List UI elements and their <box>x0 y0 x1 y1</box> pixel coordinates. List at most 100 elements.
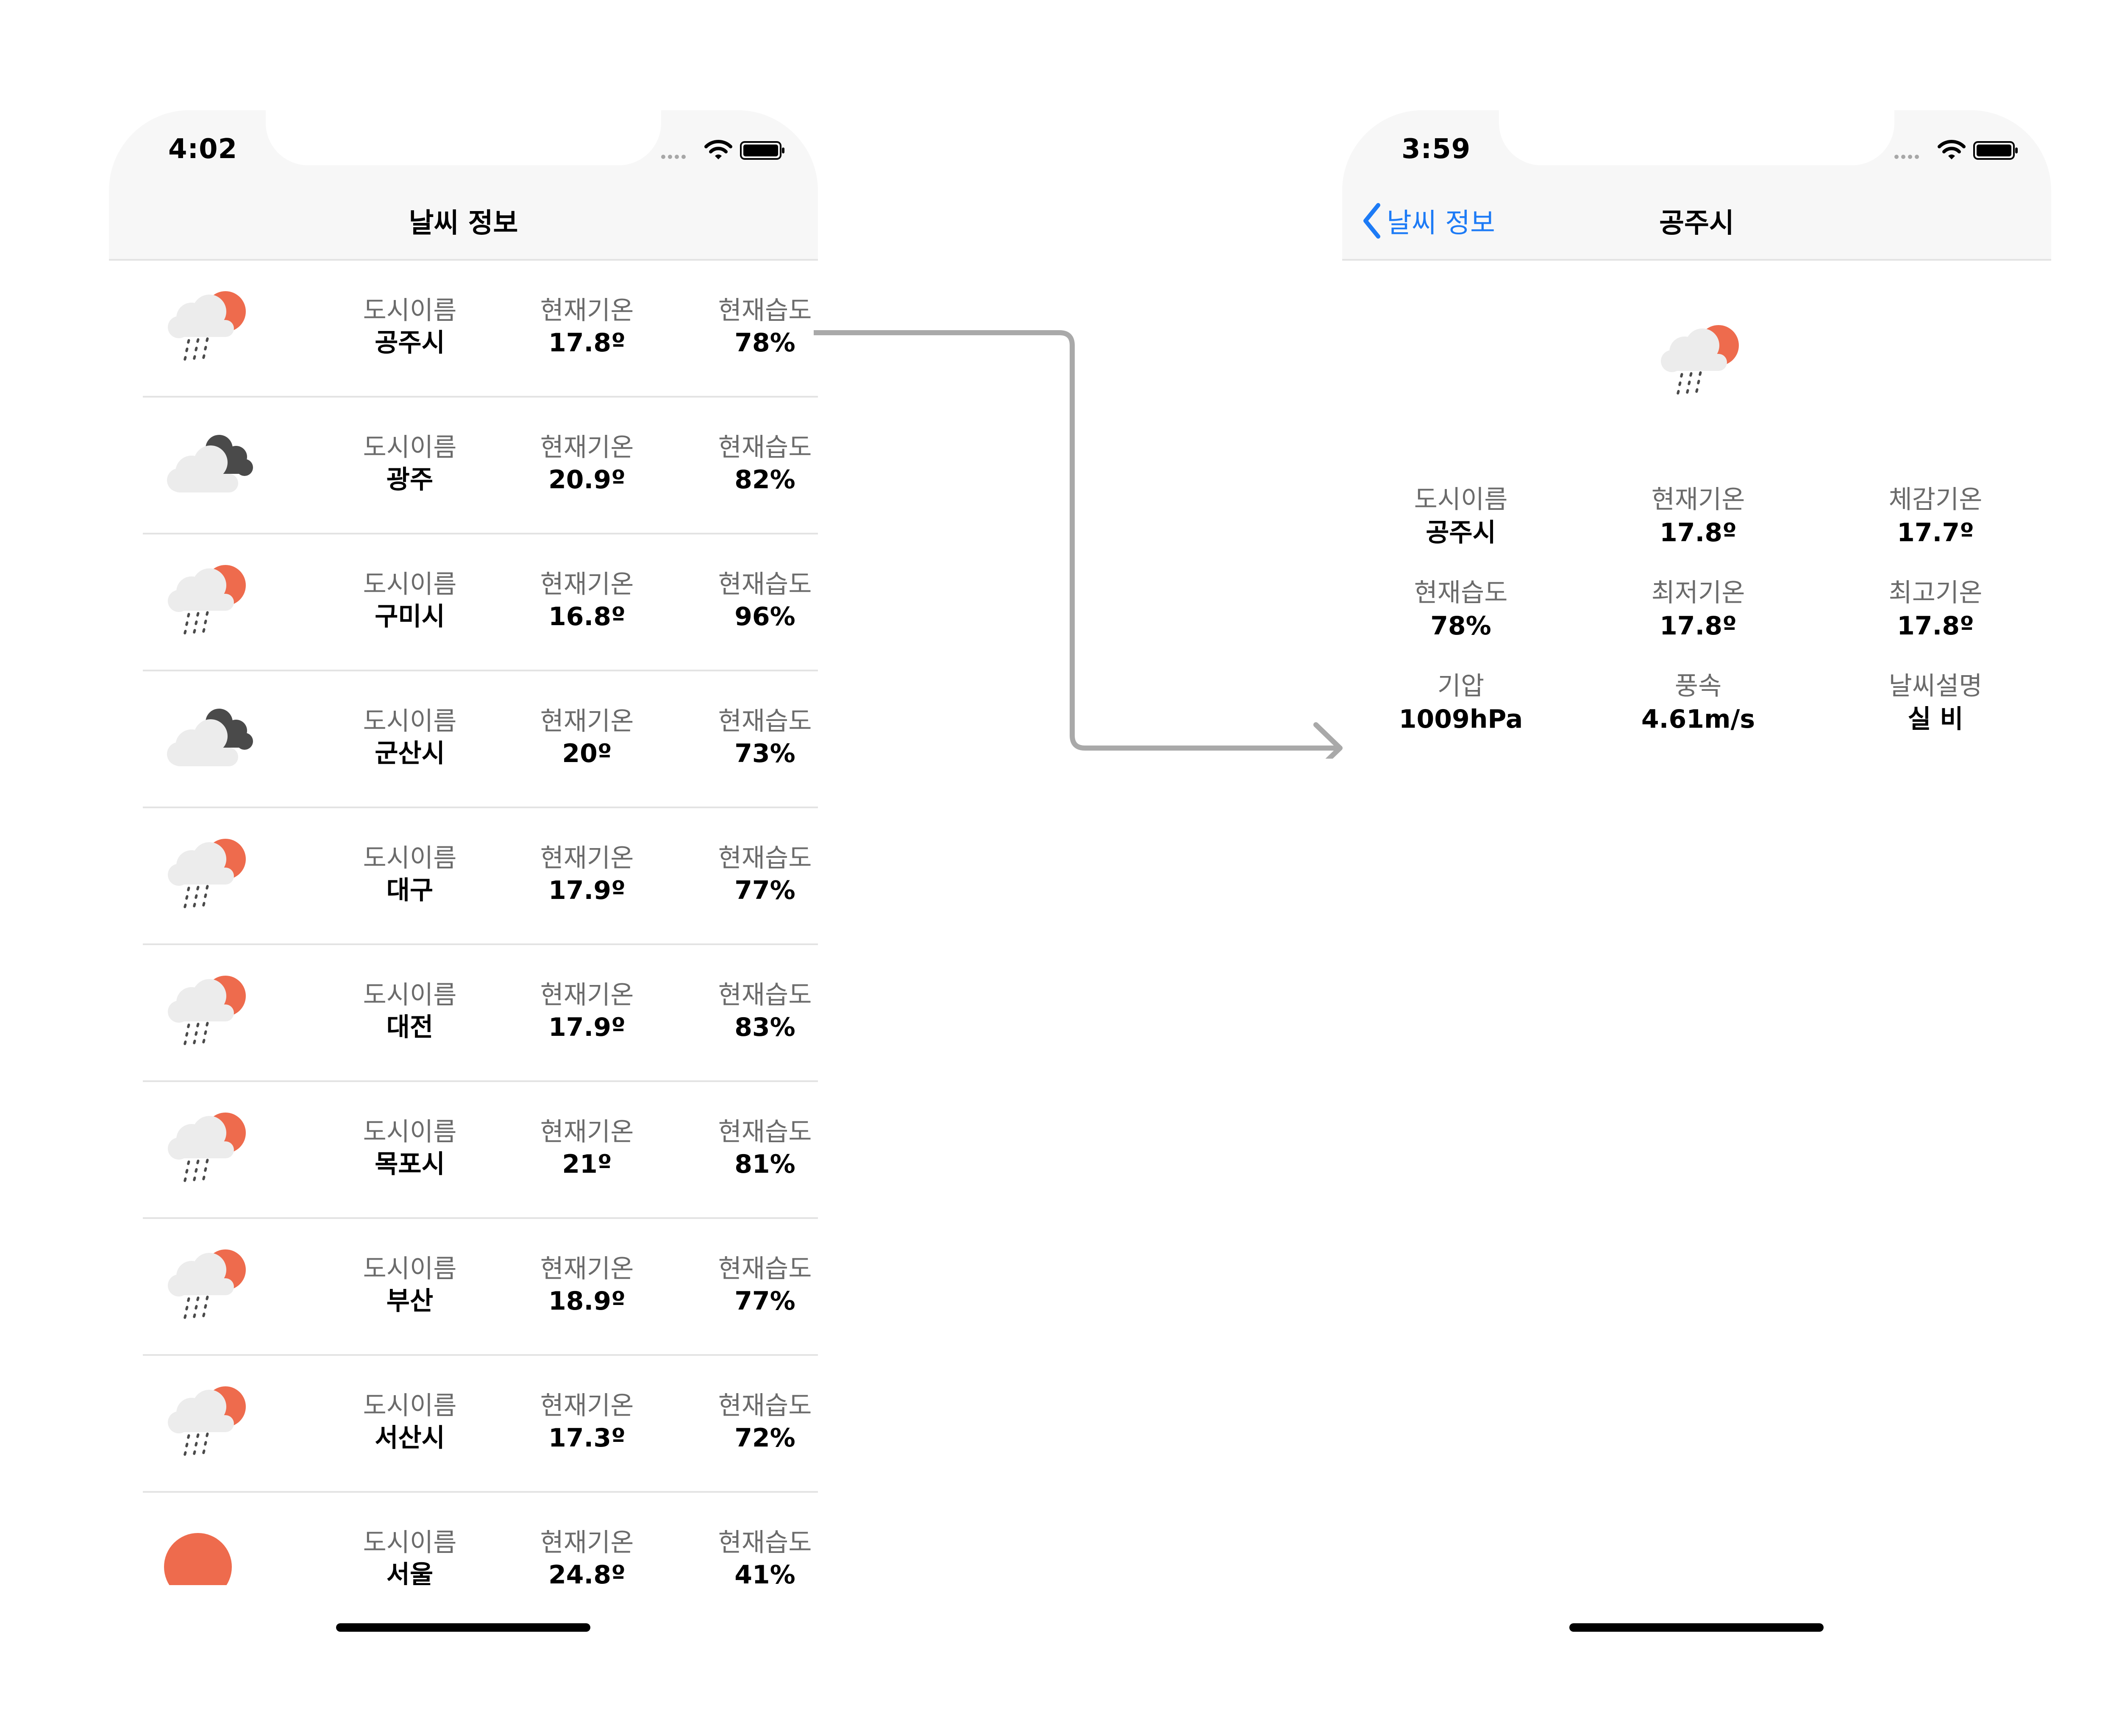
signal-icon <box>661 153 695 159</box>
humidity-value: 83% <box>734 1013 795 1042</box>
humidity-label: 현재습도 <box>718 433 812 462</box>
detail-item: 기압 1009hPa <box>1351 670 1571 736</box>
city-label: 도시이름 <box>363 570 457 599</box>
humidity-value: 82% <box>734 465 795 495</box>
humidity-cell: 현재습도 96% <box>689 568 818 633</box>
detail-item: 최고기온 17.8º <box>1825 576 2046 643</box>
list-item[interactable]: 도시이름 구미시 현재기온 16.8º 현재습도 96% <box>109 534 818 671</box>
status-time: 4:02 <box>168 134 238 165</box>
humidity-cell: 현재습도 73% <box>689 705 818 770</box>
wifi-icon <box>704 140 732 159</box>
temperature-label: 현재기온 <box>540 570 634 599</box>
detail-label: 최저기온 <box>1651 578 1745 608</box>
temperature-cell: 현재기온 17.9º <box>511 842 663 907</box>
city-cell: 도시이름 대전 <box>334 979 486 1043</box>
city-cell: 도시이름광주 <box>334 431 486 496</box>
humidity-cell: 현재습도 72% <box>689 1390 818 1454</box>
temperature-value: 20º <box>562 739 612 768</box>
battery-icon <box>740 141 784 160</box>
detail-value: 17.8º <box>1660 611 1737 641</box>
list-item[interactable]: 도시이름 대전 현재기온 17.9º 현재습도 83% <box>109 945 818 1082</box>
temperature-label: 현재기온 <box>540 433 634 462</box>
list-item[interactable]: 도시이름대구 현재기온 17.9º 현재습도 77% <box>109 808 818 945</box>
temperature-value: 17.3º <box>548 1423 626 1453</box>
city-name: 대구 <box>386 876 434 905</box>
status-icons <box>661 136 788 165</box>
detail-value: 78% <box>1430 611 1491 641</box>
battery-icon <box>1973 141 2018 160</box>
city-cell: 도시이름 서산시 <box>334 1390 486 1454</box>
temperature-value: 21º <box>562 1149 612 1179</box>
humidity-label: 현재습도 <box>718 1528 812 1558</box>
city-name: 목포시 <box>375 1149 445 1179</box>
detail-item: 풍속 4.61m/s <box>1588 670 1808 736</box>
city-name: 서산시 <box>375 1423 445 1453</box>
humidity-cell: 현재습도 81% <box>689 1116 818 1180</box>
detail-label: 최고기온 <box>1888 578 1983 608</box>
humidity-label: 현재습도 <box>718 843 812 873</box>
detail-value: 공주시 <box>1426 518 1496 548</box>
dark-cloud-icon <box>162 425 259 501</box>
temperature-value: 18.9º <box>548 1286 626 1316</box>
home-indicator[interactable] <box>336 1623 590 1632</box>
city-name: 공주시 <box>375 328 445 358</box>
humidity-cell: 현재습도 82% <box>689 431 818 496</box>
status-icons <box>1894 136 2022 165</box>
city-label: 도시이름 <box>363 296 457 326</box>
humidity-label: 현재습도 <box>718 707 812 736</box>
detail-item: 현재기온 17.8º <box>1588 483 1808 549</box>
city-name: 광주 <box>386 465 434 495</box>
city-label: 도시이름 <box>363 1528 457 1558</box>
city-cell: 도시이름 서울 <box>334 1527 486 1585</box>
temperature-cell: 현재기온 20º <box>511 705 663 770</box>
humidity-label: 현재습도 <box>718 1117 812 1147</box>
temperature-label: 현재기온 <box>540 843 634 873</box>
temperature-value: 17.9º <box>548 876 626 905</box>
rain-cloud-sun-icon <box>1655 322 1752 420</box>
city-label: 도시이름 <box>363 433 457 462</box>
city-label: 도시이름 <box>363 843 457 873</box>
list-item[interactable]: 도시이름 부산 현재기온 18.9º 현재습도 77% <box>109 1219 818 1356</box>
city-cell: 도시이름 군산시 <box>334 705 486 770</box>
list-item[interactable]: 도시이름 서울 현재기온 24.8º 현재습도 41% <box>109 1493 818 1585</box>
humidity-label: 현재습도 <box>718 980 812 1010</box>
humidity-cell: 현재습도 83% <box>689 979 818 1043</box>
list-item[interactable]: 도시이름 군산시 현재기온 20º 현재습도 73% <box>109 671 818 808</box>
temperature-cell: 현재기온 20.9º <box>511 431 663 496</box>
list-item[interactable]: 도시이름광주 현재기온 20.9º 현재습도 82% <box>109 398 818 534</box>
list-item[interactable]: 도시이름 목포시 현재기온 21º 현재습도 81% <box>109 1082 818 1219</box>
humidity-cell: 현재습도 77% <box>689 1253 818 1317</box>
humidity-value: 77% <box>734 876 795 905</box>
temperature-cell: 현재기온 17.3º <box>511 1390 663 1454</box>
city-label: 도시이름 <box>363 1117 457 1147</box>
temperature-cell: 현재기온 16.8º <box>511 568 663 633</box>
detail-label: 풍속 <box>1674 671 1722 701</box>
city-cell: 도시이름대구 <box>334 842 486 907</box>
detail-value: 1009hPa <box>1399 704 1523 734</box>
humidity-value: 41% <box>734 1560 795 1585</box>
city-label: 도시이름 <box>363 1391 457 1421</box>
city-list[interactable]: 도시이름 공주시 현재기온 17.8º 현재습도 78% 도시이름 광주 현재기온 20.9º 현재… <box>109 261 818 1585</box>
temperature-value: 24.8º <box>548 1560 626 1585</box>
sun-icon <box>162 1520 259 1585</box>
detail-value: 4.61m/s <box>1641 704 1755 734</box>
city-cell: 도시이름 공주시 <box>334 295 486 359</box>
list-screen: 4:02 날씨 정보 도시이름 공주시 현재기온 17.8º 현재습도 78% 도시이름 광주… <box>109 0 818 1632</box>
list-item[interactable]: 도시이름 공주시 현재기온 17.8º 현재습도 78% <box>109 261 818 398</box>
temperature-cell: 현재기온 24.8º <box>511 1527 663 1585</box>
temperature-label: 현재기온 <box>540 296 634 326</box>
rain-cloud-sun-icon <box>162 1110 259 1186</box>
city-label: 도시이름 <box>363 980 457 1010</box>
detail-item: 도시이름 공주시 <box>1351 483 1571 549</box>
detail-label: 현재기온 <box>1651 485 1745 515</box>
temperature-cell: 현재기온 17.8º <box>511 295 663 359</box>
humidity-cell: 현재습도 77% <box>689 842 818 907</box>
detail-screen: 3:59 날씨 정보 공주시 도시이름 공주시 현재기온 17.8º 체감기온 17.7º… <box>1342 0 2051 1632</box>
humidity-value: 72% <box>734 1423 795 1453</box>
temperature-value: 16.8º <box>548 602 626 632</box>
home-indicator[interactable] <box>1569 1623 1824 1632</box>
signal-icon <box>1894 153 1928 159</box>
city-label: 도시이름 <box>363 707 457 736</box>
list-item[interactable]: 도시이름 서산시 현재기온 17.3º 현재습도 72% <box>109 1356 818 1493</box>
device-notch <box>1499 110 1894 165</box>
